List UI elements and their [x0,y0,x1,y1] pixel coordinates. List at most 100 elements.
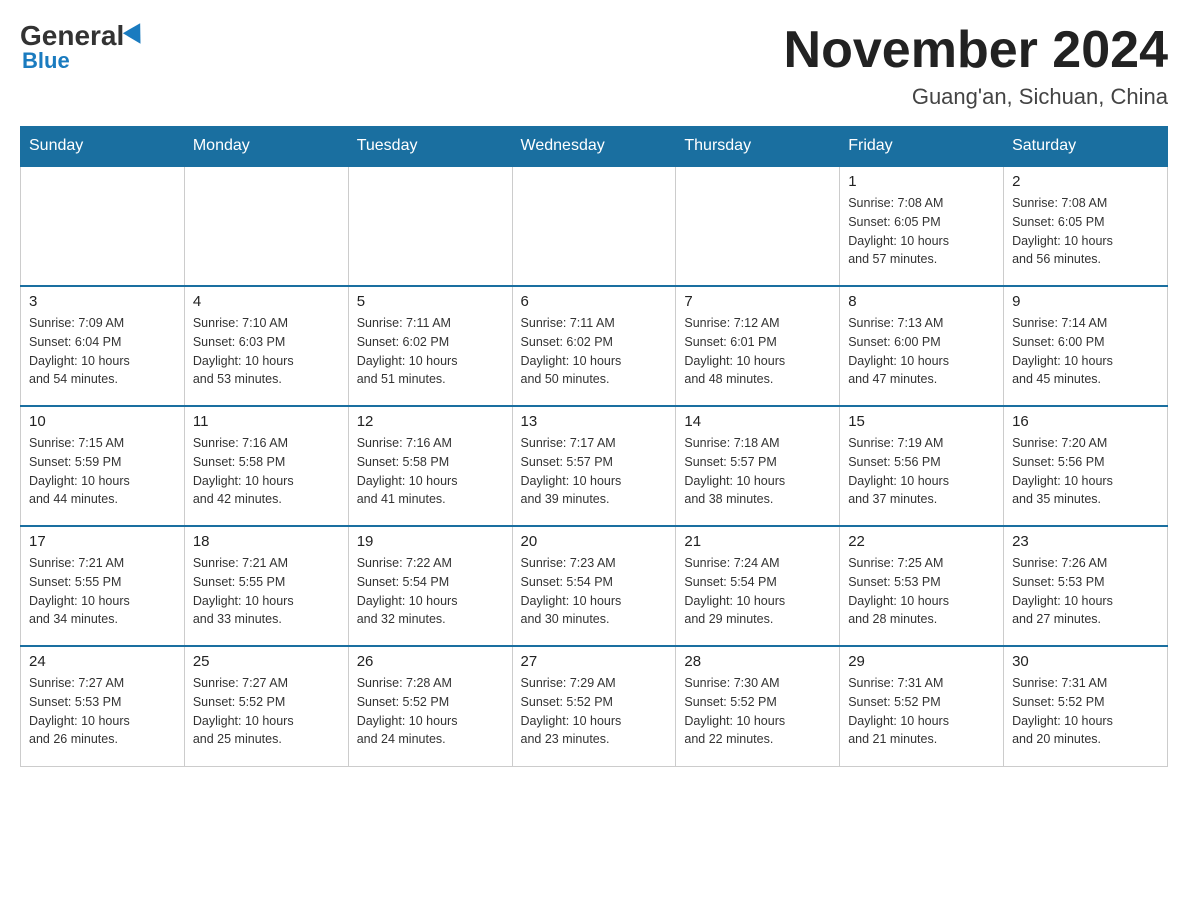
logo: General Blue [20,20,146,74]
day-cell: 4 Sunrise: 7:10 AM Sunset: 6:03 PM Daylig… [184,286,348,406]
day-cell [21,166,185,286]
day-cell: 24Sunrise: 7:27 AM Sunset: 5:53 PM Dayli… [21,646,185,766]
day-number: 5 [357,293,504,310]
day-number: 22 [848,533,995,550]
day-cell: 20 Sunrise: 7:23 AM Sunset: 5:54 PM Dayli… [512,526,676,646]
day-info: Sunrise: 7:16 AM Sunset: 5:58 PM Dayligh… [357,434,504,509]
day-number: 18 [193,533,340,550]
day-number: 21 [684,533,831,550]
day-cell: 26 Sunrise: 7:28 AM Sunset: 5:52 PM Dayli… [348,646,512,766]
day-info: Sunrise: 7:19 AM Sunset: 5:56 PM Dayligh… [848,434,995,509]
weekday-header-friday: Friday [840,127,1004,167]
day-info: Sunrise: 7:11 AM Sunset: 6:02 PM Dayligh… [521,314,668,389]
day-number: 15 [848,413,995,430]
day-cell: 21 Sunrise: 7:24 AM Sunset: 5:54 PM Dayli… [676,526,840,646]
day-cell: 29 Sunrise: 7:31 AM Sunset: 5:52 PM Dayli… [840,646,1004,766]
day-info: Sunrise: 7:18 AM Sunset: 5:57 PM Dayligh… [684,434,831,509]
day-cell: 28 Sunrise: 7:30 AM Sunset: 5:52 PM Dayli… [676,646,840,766]
week-row-4: 17 Sunrise: 7:21 AM Sunset: 5:55 PM Dayli… [21,526,1168,646]
day-number: 16 [1012,413,1159,430]
day-info: Sunrise: 7:08 AM Sunset: 6:05 PM Dayligh… [848,194,995,269]
day-info: Sunrise: 7:20 AM Sunset: 5:56 PM Dayligh… [1012,434,1159,509]
week-row-5: 24Sunrise: 7:27 AM Sunset: 5:53 PM Dayli… [21,646,1168,766]
day-cell: 17 Sunrise: 7:21 AM Sunset: 5:55 PM Dayli… [21,526,185,646]
day-info: Sunrise: 7:27 AM Sunset: 5:52 PM Dayligh… [193,674,340,749]
day-info: Sunrise: 7:26 AM Sunset: 5:53 PM Dayligh… [1012,554,1159,629]
day-number: 29 [848,653,995,670]
day-info: Sunrise: 7:16 AM Sunset: 5:58 PM Dayligh… [193,434,340,509]
day-cell: 22 Sunrise: 7:25 AM Sunset: 5:53 PM Dayli… [840,526,1004,646]
day-info: Sunrise: 7:21 AM Sunset: 5:55 PM Dayligh… [193,554,340,629]
day-number: 11 [193,413,340,430]
day-number: 7 [684,293,831,310]
day-cell: 16 Sunrise: 7:20 AM Sunset: 5:56 PM Dayli… [1004,406,1168,526]
location-text: Guang'an, Sichuan, China [784,84,1168,110]
day-info: Sunrise: 7:10 AM Sunset: 6:03 PM Dayligh… [193,314,340,389]
day-info: Sunrise: 7:14 AM Sunset: 6:00 PM Dayligh… [1012,314,1159,389]
day-number: 12 [357,413,504,430]
day-number: 2 [1012,173,1159,190]
day-cell: 27Sunrise: 7:29 AM Sunset: 5:52 PM Dayli… [512,646,676,766]
calendar-table: SundayMondayTuesdayWednesdayThursdayFrid… [20,126,1168,767]
day-cell: 10Sunrise: 7:15 AM Sunset: 5:59 PM Dayli… [21,406,185,526]
weekday-header-sunday: Sunday [21,127,185,167]
day-info: Sunrise: 7:15 AM Sunset: 5:59 PM Dayligh… [29,434,176,509]
day-number: 3 [29,293,176,310]
day-number: 9 [1012,293,1159,310]
day-info: Sunrise: 7:25 AM Sunset: 5:53 PM Dayligh… [848,554,995,629]
day-cell: 2 Sunrise: 7:08 AM Sunset: 6:05 PM Daylig… [1004,166,1168,286]
day-cell: 13 Sunrise: 7:17 AM Sunset: 5:57 PM Dayli… [512,406,676,526]
day-cell: 7Sunrise: 7:12 AM Sunset: 6:01 PM Daylig… [676,286,840,406]
day-info: Sunrise: 7:08 AM Sunset: 6:05 PM Dayligh… [1012,194,1159,269]
day-cell [512,166,676,286]
day-info: Sunrise: 7:11 AM Sunset: 6:02 PM Dayligh… [357,314,504,389]
day-info: Sunrise: 7:22 AM Sunset: 5:54 PM Dayligh… [357,554,504,629]
day-number: 30 [1012,653,1159,670]
day-number: 17 [29,533,176,550]
day-number: 20 [521,533,668,550]
day-cell: 8Sunrise: 7:13 AM Sunset: 6:00 PM Daylig… [840,286,1004,406]
weekday-header-thursday: Thursday [676,127,840,167]
week-row-2: 3 Sunrise: 7:09 AM Sunset: 6:04 PM Daylig… [21,286,1168,406]
day-number: 27 [521,653,668,670]
weekday-header-monday: Monday [184,127,348,167]
day-number: 26 [357,653,504,670]
day-info: Sunrise: 7:31 AM Sunset: 5:52 PM Dayligh… [848,674,995,749]
day-info: Sunrise: 7:23 AM Sunset: 5:54 PM Dayligh… [521,554,668,629]
day-info: Sunrise: 7:31 AM Sunset: 5:52 PM Dayligh… [1012,674,1159,749]
day-number: 28 [684,653,831,670]
day-number: 8 [848,293,995,310]
day-number: 24 [29,653,176,670]
week-row-3: 10Sunrise: 7:15 AM Sunset: 5:59 PM Dayli… [21,406,1168,526]
day-cell: 19Sunrise: 7:22 AM Sunset: 5:54 PM Dayli… [348,526,512,646]
day-cell: 25 Sunrise: 7:27 AM Sunset: 5:52 PM Dayli… [184,646,348,766]
day-cell: 6 Sunrise: 7:11 AM Sunset: 6:02 PM Daylig… [512,286,676,406]
logo-triangle-icon [123,23,149,49]
day-info: Sunrise: 7:21 AM Sunset: 5:55 PM Dayligh… [29,554,176,629]
weekday-header-wednesday: Wednesday [512,127,676,167]
day-info: Sunrise: 7:09 AM Sunset: 6:04 PM Dayligh… [29,314,176,389]
day-cell: 15 Sunrise: 7:19 AM Sunset: 5:56 PM Dayli… [840,406,1004,526]
day-cell [184,166,348,286]
day-cell: 9 Sunrise: 7:14 AM Sunset: 6:00 PM Daylig… [1004,286,1168,406]
day-cell [676,166,840,286]
title-section: November 2024 Guang'an, Sichuan, China [784,20,1168,110]
page-header: General Blue November 2024 Guang'an, Sic… [20,20,1168,110]
day-cell: 23Sunrise: 7:26 AM Sunset: 5:53 PM Dayli… [1004,526,1168,646]
day-cell: 14Sunrise: 7:18 AM Sunset: 5:57 PM Dayli… [676,406,840,526]
day-info: Sunrise: 7:30 AM Sunset: 5:52 PM Dayligh… [684,674,831,749]
day-number: 6 [521,293,668,310]
day-number: 13 [521,413,668,430]
day-number: 1 [848,173,995,190]
week-row-1: 1 Sunrise: 7:08 AM Sunset: 6:05 PM Daylig… [21,166,1168,286]
day-cell: 12 Sunrise: 7:16 AM Sunset: 5:58 PM Dayli… [348,406,512,526]
logo-blue-text: Blue [22,48,70,74]
day-info: Sunrise: 7:24 AM Sunset: 5:54 PM Dayligh… [684,554,831,629]
day-info: Sunrise: 7:17 AM Sunset: 5:57 PM Dayligh… [521,434,668,509]
month-title: November 2024 [784,20,1168,80]
day-cell: 11 Sunrise: 7:16 AM Sunset: 5:58 PM Dayli… [184,406,348,526]
day-number: 4 [193,293,340,310]
day-number: 25 [193,653,340,670]
weekday-header-row: SundayMondayTuesdayWednesdayThursdayFrid… [21,127,1168,167]
day-info: Sunrise: 7:28 AM Sunset: 5:52 PM Dayligh… [357,674,504,749]
